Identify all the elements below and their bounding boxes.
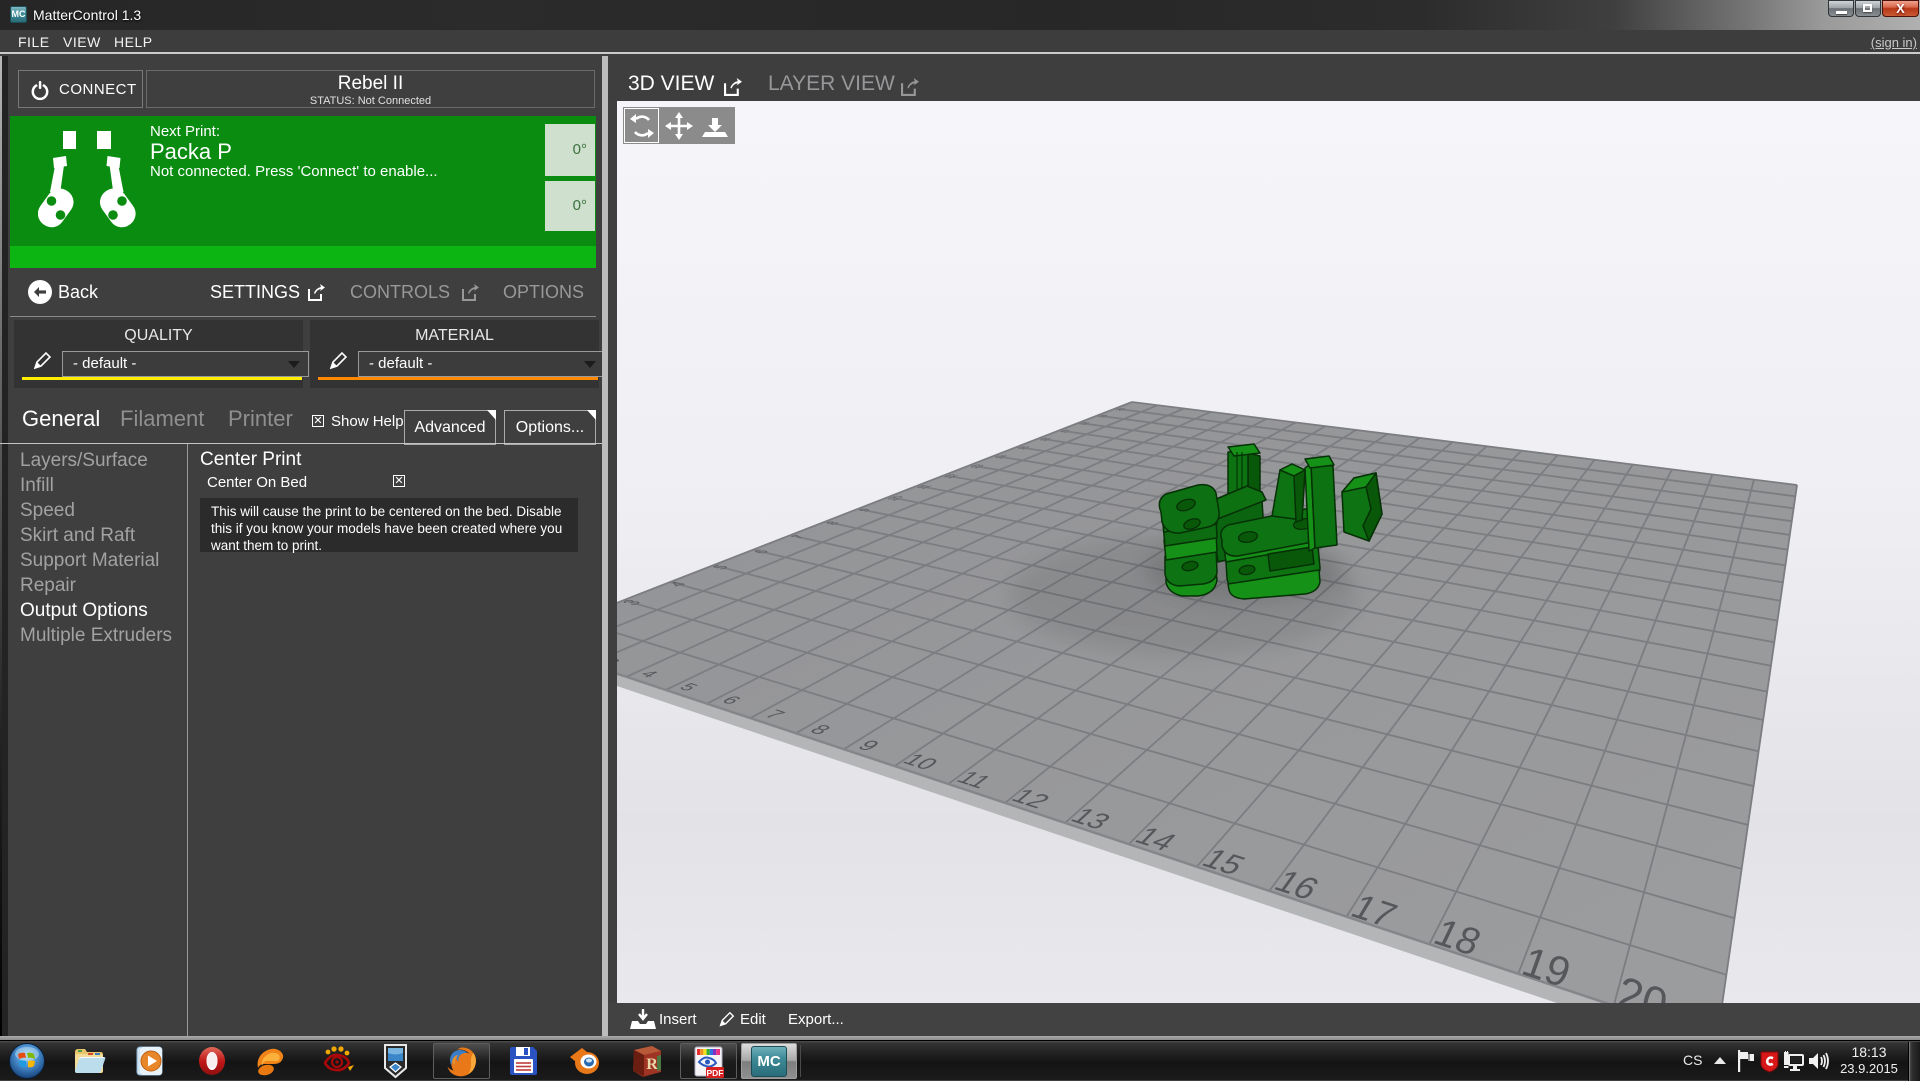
svg-text:PDF: PDF <box>707 1068 724 1078</box>
svg-text:R: R <box>646 1056 658 1073</box>
